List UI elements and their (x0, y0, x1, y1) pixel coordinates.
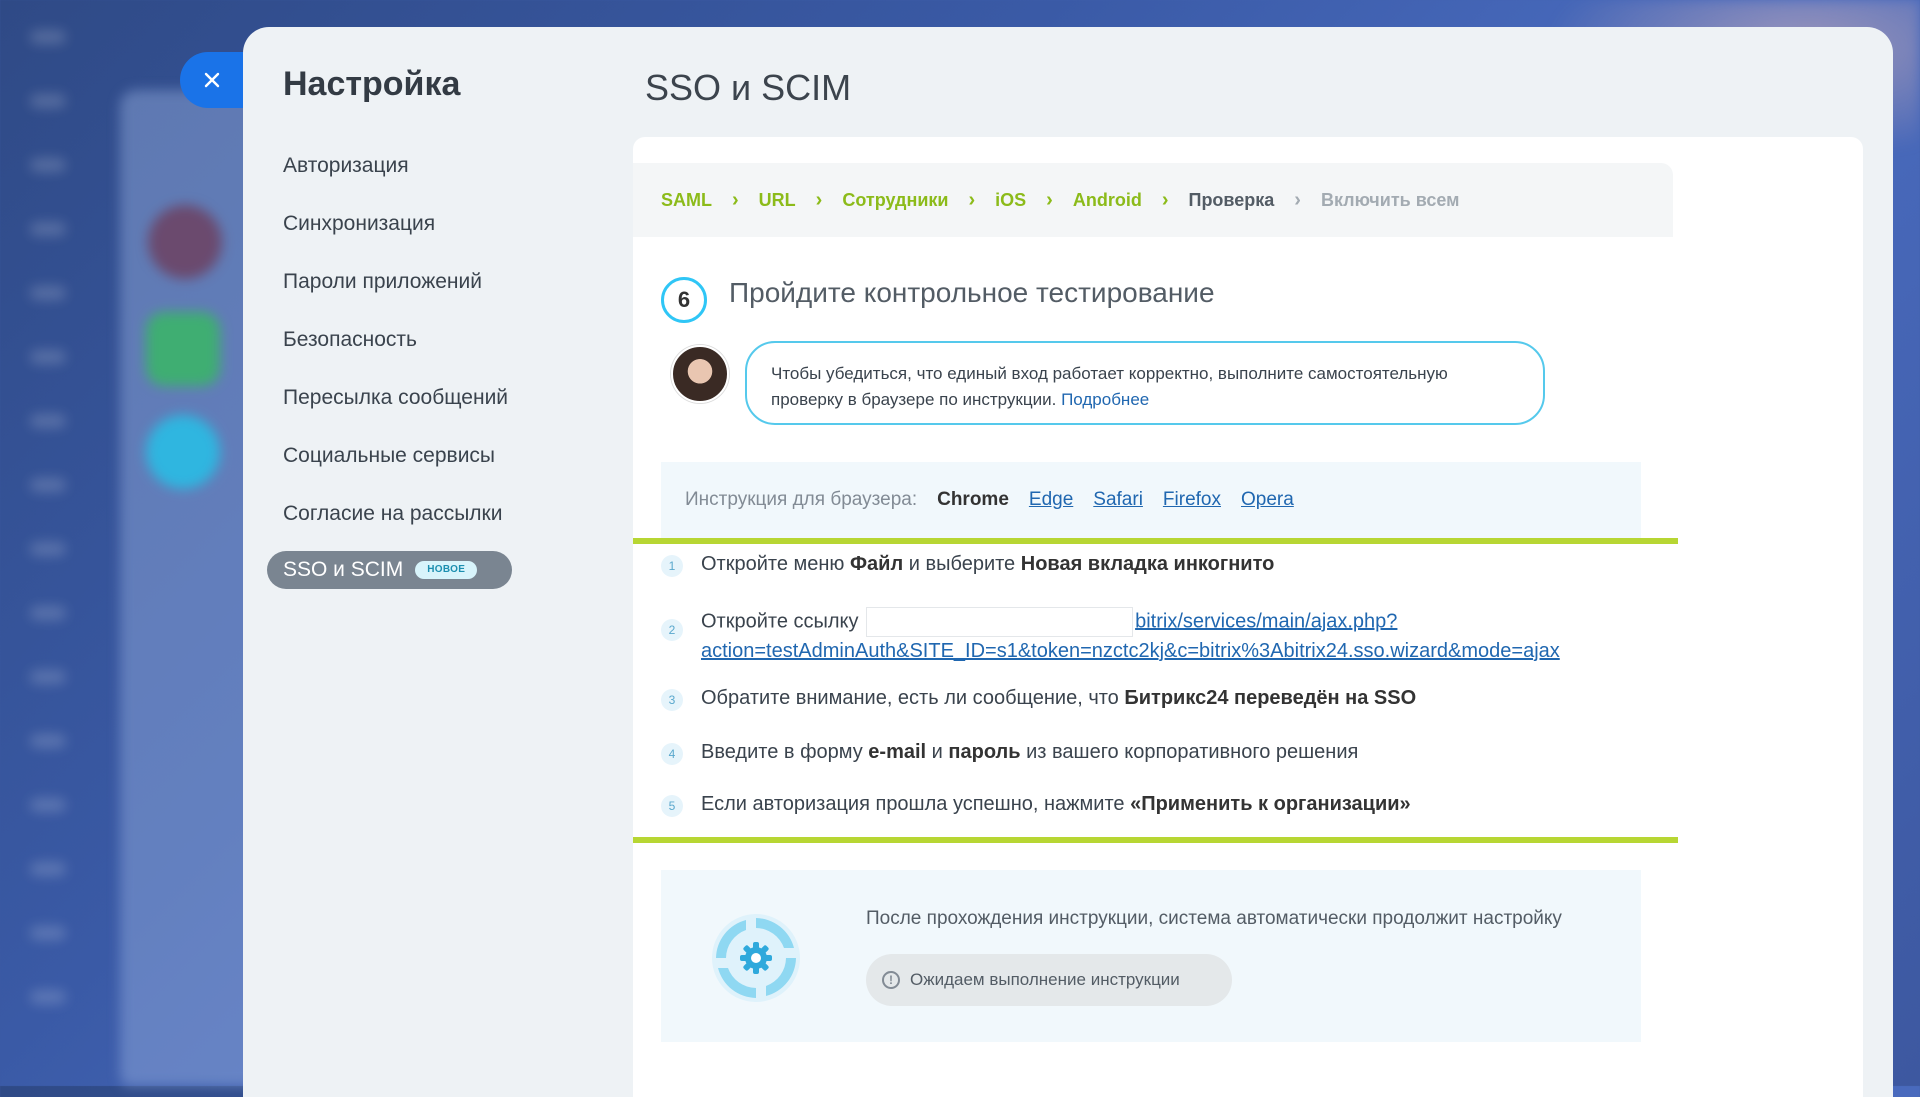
sync-gear-icon (712, 914, 800, 1002)
step-saml[interactable]: SAML (661, 190, 712, 211)
wizard-steps: SAML › URL › Сотрудники › iOS › Android … (633, 163, 1673, 237)
step-index: 2 (661, 619, 683, 641)
chevron-right-icon: › (1046, 188, 1053, 211)
status-text: После прохождения инструкции, система ав… (866, 908, 1562, 929)
menu-item-app-passwords[interactable]: Пароли приложений (283, 253, 512, 311)
menu-item-sync[interactable]: Синхронизация (283, 195, 512, 253)
menu-item-message-forwarding[interactable]: Пересылка сообщений (283, 369, 512, 427)
menu-item-label: SSO и SCIM (283, 558, 404, 581)
chevron-right-icon: › (732, 188, 739, 211)
chevron-right-icon: › (1294, 188, 1301, 211)
info-icon: ! (882, 971, 900, 989)
instruction-step: 4 Введите в форму e-mail и пароль из ваш… (661, 741, 1661, 793)
browser-opera[interactable]: Opera (1241, 489, 1294, 511)
menu-item-security[interactable]: Безопасность (283, 311, 512, 369)
chevron-right-icon: › (968, 188, 976, 211)
menu-item-authorization[interactable]: Авторизация (283, 137, 512, 195)
step-number: 6 (661, 277, 707, 323)
step-ios[interactable]: iOS (995, 190, 1026, 211)
step-index: 5 (661, 795, 683, 817)
browser-label: Инструкция для браузера: (685, 489, 918, 510)
menu-title: Настройка (283, 65, 461, 103)
background-icon (146, 312, 220, 386)
step-index: 1 (661, 555, 683, 577)
step-enable-all: Включить всем (1320, 189, 1460, 210)
instruction-step: 3 Обратите внимание, есть ли сообщение, … (661, 687, 1661, 741)
wizard-content: SAML › URL › Сотрудники › iOS › Android … (633, 137, 1863, 1097)
step-check[interactable]: Проверка (1189, 190, 1275, 211)
background-rail (18, 30, 78, 1070)
background-icon (146, 415, 220, 489)
test-link-params[interactable]: action=testAdminAuth&SITE_ID=s1&token=nz… (701, 640, 1560, 662)
instruction-step: 2 Откройте ссылку bitrix/services/main/a… (661, 607, 1661, 687)
browser-firefox[interactable]: Firefox (1163, 489, 1221, 511)
instruction-step: 5 Если авторизация прошла успешно, нажми… (661, 793, 1661, 833)
browser-selector: Инструкция для браузера: Chrome Edge Saf… (661, 462, 1641, 538)
hint-bubble: Чтобы убедиться, что единый вход работае… (745, 341, 1545, 425)
waiting-status: ! Ожидаем выполнение инструкции (866, 954, 1232, 1006)
step-url[interactable]: URL (759, 190, 796, 211)
step-index: 3 (661, 689, 683, 711)
close-icon (204, 72, 220, 88)
new-badge: НОВОЕ (415, 561, 478, 579)
waiting-label: Ожидаем выполнение инструкции (910, 970, 1180, 989)
page-title: SSO и SCIM (645, 67, 852, 108)
chevron-right-icon: › (815, 188, 823, 211)
step-employees[interactable]: Сотрудники (842, 190, 948, 211)
background-avatar (148, 205, 222, 279)
menu-item-social-services[interactable]: Социальные сервисы (283, 427, 512, 485)
menu-item-mailing-consent[interactable]: Согласие на рассылки (283, 485, 512, 543)
assistant-avatar (671, 345, 729, 403)
more-link[interactable]: Подробнее (1061, 390, 1149, 409)
instruction-list: 1 Откройте меню Файл и выберите Новая вк… (661, 553, 1661, 833)
close-button[interactable] (180, 52, 244, 108)
step-title: Пройдите контрольное тестирование (729, 277, 1215, 308)
redacted-domain (866, 607, 1134, 637)
divider (633, 837, 1678, 843)
step-android[interactable]: Android (1073, 190, 1142, 211)
menu-item-sso-scim[interactable]: SSO и SCIM НОВОЕ (267, 551, 512, 589)
browser-safari[interactable]: Safari (1093, 489, 1143, 511)
browser-edge[interactable]: Edge (1029, 489, 1073, 511)
status-box: После прохождения инструкции, система ав… (661, 870, 1641, 1042)
chevron-right-icon: › (1161, 188, 1169, 211)
step-index: 4 (661, 743, 683, 765)
instruction-step: 1 Откройте меню Файл и выберите Новая вк… (661, 553, 1661, 607)
divider (633, 538, 1678, 544)
browser-chrome[interactable]: Chrome (937, 489, 1009, 511)
settings-menu: Авторизация Синхронизация Пароли приложе… (267, 137, 512, 589)
settings-slider: Настройка Авторизация Синхронизация Паро… (243, 27, 1893, 1097)
test-link[interactable]: bitrix/services/main/ajax.php? (1135, 610, 1397, 632)
